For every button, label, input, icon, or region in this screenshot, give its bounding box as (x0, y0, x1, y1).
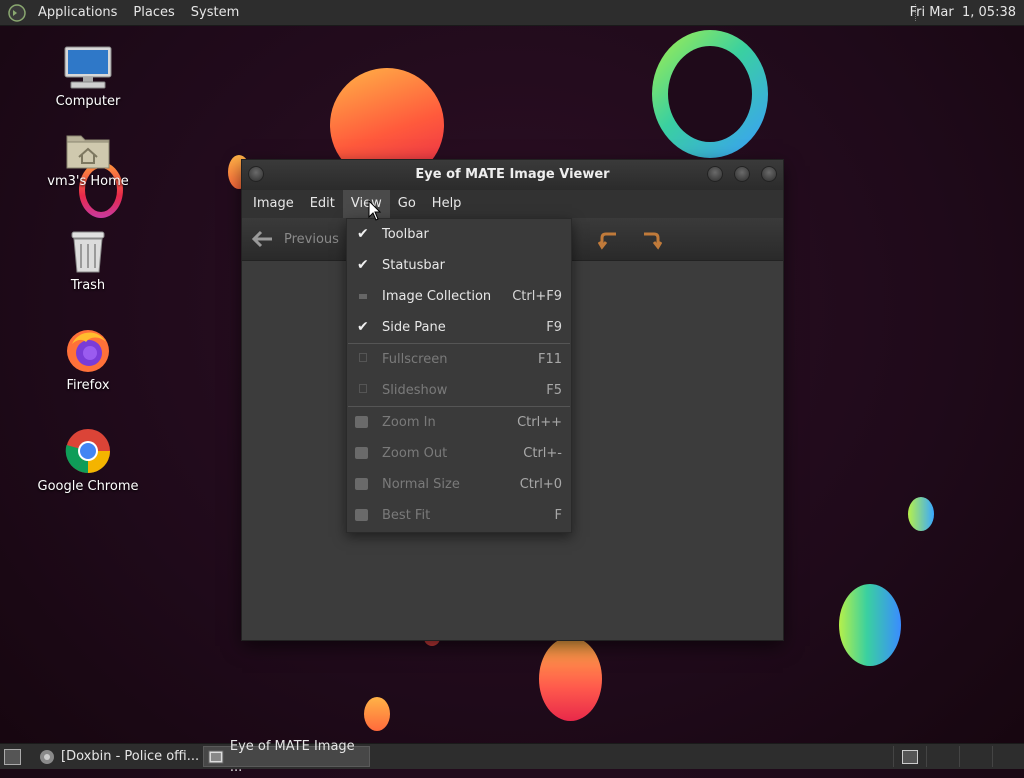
applications-menu[interactable]: Applications (30, 0, 125, 25)
taskbar-item-image-viewer[interactable]: Eye of MATE Image ... (203, 739, 370, 775)
window-titlebar[interactable]: Eye of MATE Image Viewer (242, 160, 783, 190)
decor-bubble-green-blue (839, 584, 901, 666)
close-button[interactable] (761, 166, 777, 182)
mate-logo-icon[interactable] (8, 3, 26, 22)
desktop-icon-label: Trash (70, 278, 106, 293)
fullscreen-icon (359, 353, 367, 362)
show-desktop-button[interactable] (4, 749, 21, 765)
menu-item-statusbar[interactable]: ✔ Statusbar (347, 250, 571, 281)
desktop-icon-firefox[interactable]: Firefox (33, 326, 143, 393)
menu-item-accel: F9 (546, 320, 562, 335)
menu-item-label: Toolbar (382, 227, 429, 242)
best-fit-icon (355, 509, 368, 521)
menu-item-accel: F (554, 508, 562, 523)
chrome-icon (40, 749, 54, 764)
taskbar-item-chrome[interactable]: [Doxbin - Police offi... (34, 746, 200, 767)
menu-item-label: Slideshow (382, 383, 448, 398)
check-icon: ✔ (357, 319, 369, 335)
decor-bubble-bottom (539, 637, 602, 721)
bottom-panel: [Doxbin - Police offi... Eye of MATE Ima… (0, 739, 1024, 775)
workspace-4[interactable] (992, 746, 1023, 767)
menu-item-slideshow[interactable]: Slideshow F5 (347, 375, 571, 406)
task-label: Eye of MATE Image ... (229, 738, 355, 775)
menu-item-accel: F11 (537, 352, 562, 367)
desktop-icon-label: Google Chrome (37, 479, 139, 494)
check-icon: ✔ (357, 226, 369, 242)
image-viewer-icon (208, 750, 224, 763)
menu-item-label: Statusbar (382, 258, 445, 273)
menu-item-label: Zoom Out (382, 446, 448, 461)
menu-item-label: Image Collection (382, 289, 492, 304)
normal-size-icon (355, 478, 368, 490)
desktop-icon-label: vm3's Home (47, 174, 129, 189)
previous-button[interactable]: Previous (252, 230, 339, 248)
desktop-icon-label: Firefox (66, 378, 110, 393)
home-folder-icon (66, 135, 110, 169)
workspace-window-icon (902, 750, 918, 764)
decor-bubble-blue (908, 497, 934, 531)
menu-item-label: Side Pane (382, 320, 446, 335)
desktop-icon-computer[interactable]: Computer (33, 46, 143, 109)
window-title: Eye of MATE Image Viewer (415, 167, 610, 182)
menu-item-accel: Ctrl+F9 (512, 289, 562, 304)
arrow-left-icon (252, 230, 272, 248)
task-label: [Doxbin - Police offi... (61, 749, 200, 764)
menu-item-image-collection[interactable]: Image Collection Ctrl+F9 (347, 281, 571, 312)
menu-item-accel: Ctrl++ (517, 415, 562, 430)
slideshow-icon (359, 384, 367, 393)
desktop-icon-home[interactable]: vm3's Home (33, 130, 143, 189)
menu-help[interactable]: Help (424, 190, 470, 218)
system-menu[interactable]: System (183, 0, 247, 25)
zoom-out-icon (355, 447, 368, 459)
rotate-left-icon[interactable] (598, 230, 620, 250)
menu-item-normal-size[interactable]: Normal Size Ctrl+0 (347, 469, 571, 500)
menu-item-zoom-out[interactable]: Zoom Out Ctrl+- (347, 438, 571, 469)
menu-item-accel: F5 (546, 383, 562, 398)
menu-item-side-pane[interactable]: ✔ Side Pane F9 (347, 312, 571, 343)
computer-icon (64, 46, 112, 89)
workspace-3[interactable] (959, 746, 990, 767)
workspace-2[interactable] (926, 746, 957, 767)
menu-edit[interactable]: Edit (302, 190, 343, 218)
maximize-button[interactable] (734, 166, 750, 182)
menubar: Image Edit View Go Help (242, 190, 783, 218)
menu-item-label: Normal Size (382, 477, 460, 492)
menu-item-label: Fullscreen (382, 352, 448, 367)
menu-item-best-fit[interactable]: Best Fit F (347, 500, 571, 531)
trash-icon (71, 231, 105, 273)
top-panel: Applications Places System Fri Mar 1, 05… (0, 0, 1024, 26)
minimize-button[interactable] (707, 166, 723, 182)
workspace-1[interactable] (893, 746, 924, 767)
mouse-cursor-icon (368, 200, 382, 221)
desktop-icon-label: Computer (55, 94, 121, 109)
places-menu[interactable]: Places (125, 0, 182, 25)
chrome-icon (65, 429, 110, 473)
unchecked-indicator-icon (359, 294, 367, 299)
menu-image[interactable]: Image (245, 190, 302, 218)
view-menu-dropdown: ✔ Toolbar ✔ Statusbar Image Collection C… (346, 218, 572, 533)
check-icon: ✔ (357, 257, 369, 273)
window-menu-button[interactable] (248, 166, 264, 182)
menu-item-label: Best Fit (382, 508, 431, 523)
decor-ring-rainbow (652, 30, 768, 158)
menu-item-accel: Ctrl+- (523, 446, 562, 461)
clock[interactable]: Fri Mar 1, 05:38 (910, 0, 1016, 25)
menu-item-fullscreen[interactable]: Fullscreen F11 (347, 344, 571, 375)
zoom-in-icon (355, 416, 368, 428)
menu-item-zoom-in[interactable]: Zoom In Ctrl++ (347, 407, 571, 438)
desktop-icon-trash[interactable]: Trash (33, 230, 143, 293)
decor-bubble-tiny (364, 697, 390, 731)
firefox-icon (67, 330, 109, 372)
menu-view[interactable]: View (342, 190, 390, 218)
previous-label: Previous (284, 231, 339, 247)
menu-item-toolbar[interactable]: ✔ Toolbar (347, 219, 571, 250)
menu-item-label: Zoom In (382, 415, 436, 430)
desktop-icon-chrome[interactable]: Google Chrome (33, 427, 143, 494)
menu-item-accel: Ctrl+0 (519, 477, 562, 492)
rotate-right-icon[interactable] (640, 230, 662, 250)
menu-go[interactable]: Go (390, 190, 424, 218)
